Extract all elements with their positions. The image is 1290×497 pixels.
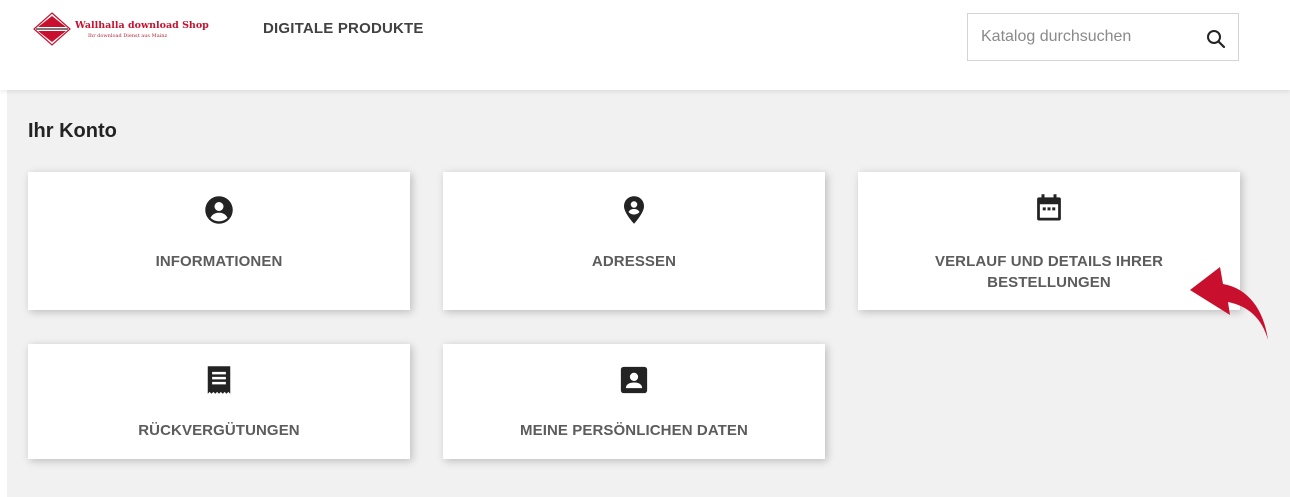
red-curved-arrow-icon	[1190, 267, 1268, 340]
card-rueckverguetungen[interactable]: RÜCKVERGÜTUNGEN	[28, 344, 410, 459]
card-label: MEINE PERSÖNLICHEN DATEN	[520, 422, 748, 439]
receipt-icon	[207, 366, 231, 394]
calendar-icon	[1037, 194, 1061, 221]
site-header: Wallhalla download Shop Ihr download Die…	[0, 0, 1290, 90]
logo-title: Wallhalla download Shop	[75, 20, 209, 31]
shop-logo[interactable]: Wallhalla download Shop Ihr download Die…	[33, 12, 223, 48]
search-button[interactable]	[1204, 27, 1228, 51]
account-circle-icon	[205, 196, 233, 224]
page-title: Ihr Konto	[28, 120, 117, 142]
card-label: RÜCKVERGÜTUNGEN	[138, 422, 300, 439]
card-persoenliche-daten[interactable]: MEINE PERSÖNLICHEN DATEN	[443, 344, 825, 459]
logo-diamond-icon	[33, 12, 71, 46]
contact-card-icon	[620, 366, 648, 394]
nav-digital-products[interactable]: DIGITALE PRODUKTE	[263, 20, 424, 37]
card-label-line2: BESTELLUNGEN	[987, 274, 1111, 291]
location-pin-icon	[624, 196, 644, 224]
search-icon	[1207, 30, 1226, 49]
logo-tagline: Ihr download Dienst aus Mainz	[88, 33, 168, 39]
card-label-line1: VERLAUF UND DETAILS IHRER	[934, 253, 1164, 270]
card-bestellungen[interactable]: VERLAUF UND DETAILS IHRER BESTELLUNGEN	[858, 172, 1240, 310]
card-informationen[interactable]: INFORMATIONEN	[28, 172, 410, 310]
card-label: ADRESSEN	[591, 253, 677, 270]
card-adressen[interactable]: ADRESSEN	[443, 172, 825, 310]
card-label: INFORMATIONEN	[155, 253, 283, 270]
search-box	[967, 13, 1239, 61]
search-input[interactable]	[968, 14, 1188, 60]
